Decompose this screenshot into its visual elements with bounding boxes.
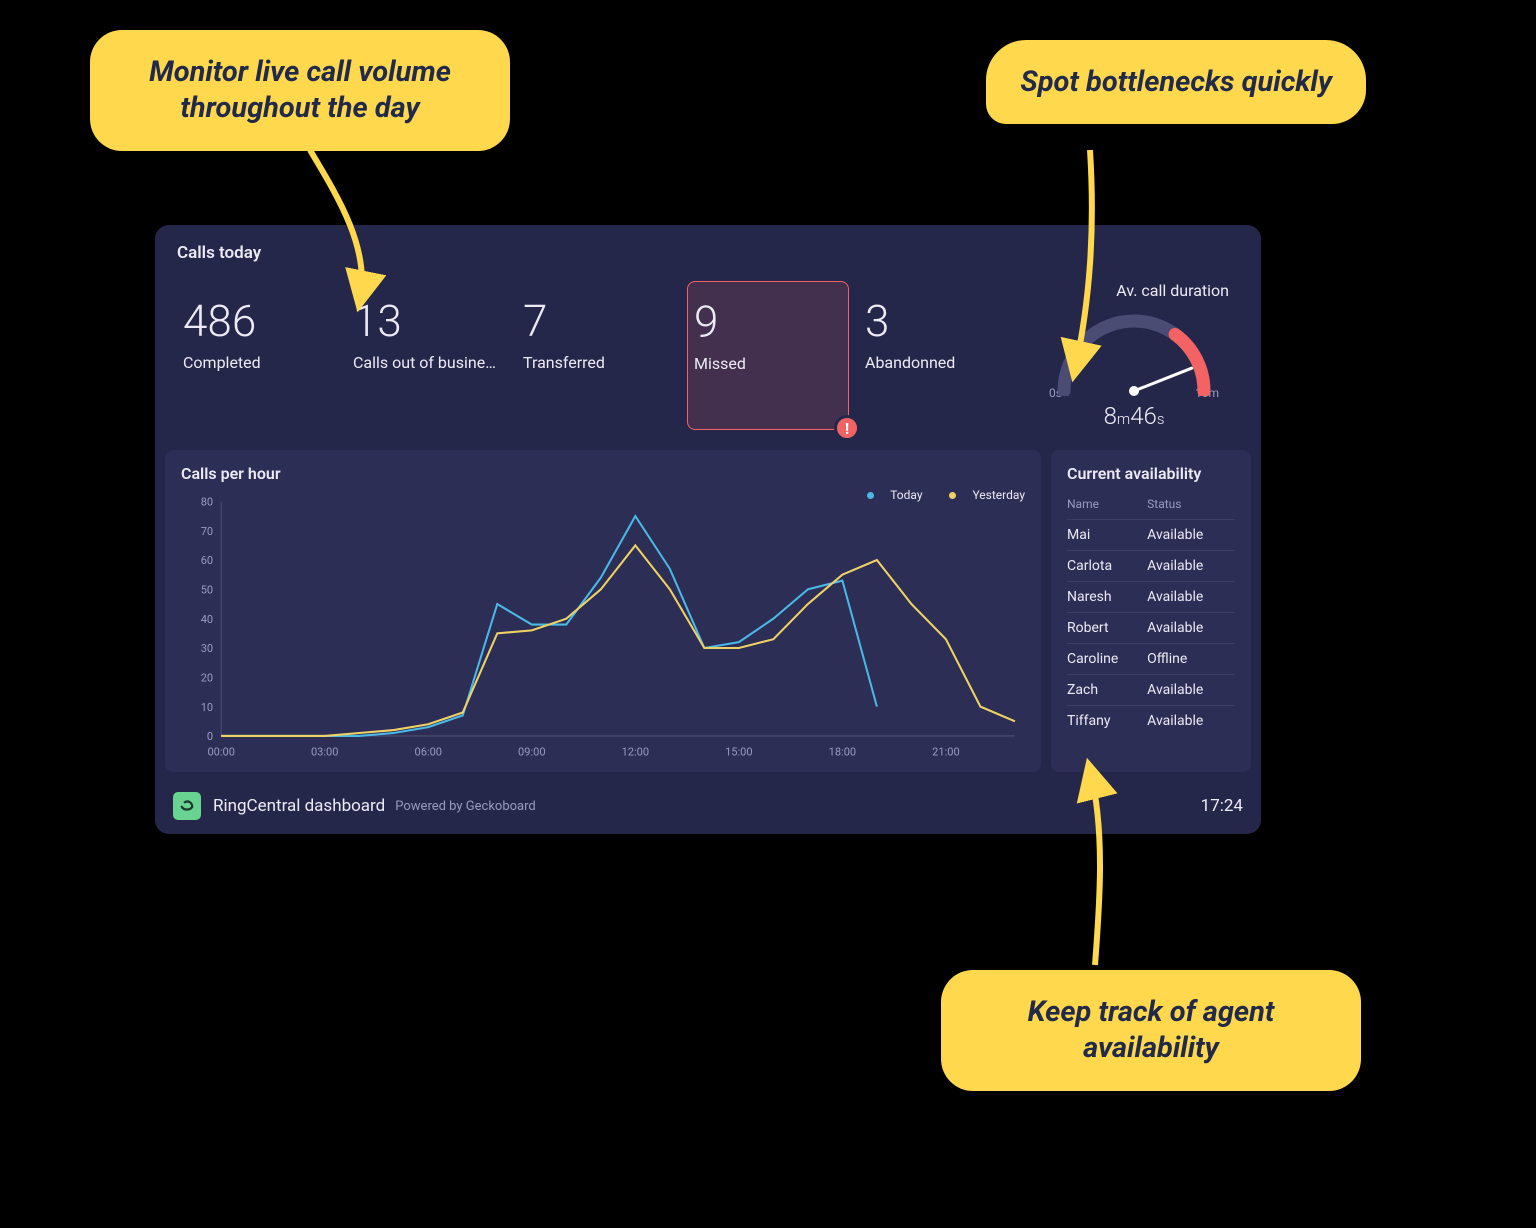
stat-value: 486 [183,299,331,343]
table-row: NareshAvailable [1067,582,1235,613]
agent-name: Zach [1067,675,1147,706]
footer-clock: 17:24 [1201,796,1243,816]
stats-row: 486 Completed 13 Calls out of busine… 7 … [155,271,1261,450]
chart-plot: 0 10 20 30 40 50 60 70 80 00:00 03:00 06:00 09:00 12:… [181,491,1025,762]
availability-table: Name Status MaiAvailableCarlotaAvailable… [1067,491,1235,736]
availability-title: Current availability [1067,464,1235,483]
svg-text:80: 80 [201,495,213,508]
agent-status: Available [1147,520,1235,551]
svg-text:12:00: 12:00 [622,746,649,759]
svg-text:06:00: 06:00 [415,746,442,759]
chart-title: Calls per hour [181,464,1025,483]
svg-text:09:00: 09:00 [518,746,545,759]
board-footer: RingCentral dashboard Powered by Geckobo… [155,782,1261,834]
agent-name: Caroline [1067,644,1147,675]
table-row: CarlotaAvailable [1067,551,1235,582]
col-status: Status [1147,491,1235,520]
agent-status: Offline [1147,644,1235,675]
table-row: MaiAvailable [1067,520,1235,551]
brand-icon [173,792,201,820]
alert-icon: ! [834,415,860,441]
svg-text:03:00: 03:00 [311,746,338,759]
col-name: Name [1067,491,1147,520]
svg-text:30: 30 [201,642,213,655]
svg-text:15:00: 15:00 [725,746,752,759]
svg-text:18:00: 18:00 [829,746,856,759]
agent-name: Carlota [1067,551,1147,582]
svg-text:00:00: 00:00 [207,746,234,759]
avg-call-duration-gauge: Av. call duration 0s 10m 8m46s [1029,281,1239,430]
svg-text:50: 50 [201,583,213,596]
gauge-reading: 8m46s [1104,402,1165,430]
agent-status: Available [1147,706,1235,737]
stat-transferred: 7 Transferred [517,281,677,430]
agent-name: Mai [1067,520,1147,551]
footer-powered: Powered by Geckoboard [395,799,536,814]
svg-text:40: 40 [201,613,213,626]
agent-name: Tiffany [1067,706,1147,737]
stat-label: Missed [694,354,842,373]
svg-text:10: 10 [201,701,213,714]
dashboard-card: Calls today 486 Completed 13 Calls out o… [155,225,1261,834]
stat-completed: 486 Completed [177,281,337,430]
svg-text:60: 60 [201,554,213,567]
callout-monitor: Monitor live call volume throughout the … [90,30,510,151]
table-row: TiffanyAvailable [1067,706,1235,737]
gauge-arc [1049,306,1219,396]
agent-name: Robert [1067,613,1147,644]
svg-text:20: 20 [201,671,213,684]
legend-today: Today [855,488,922,502]
calls-today-title: Calls today [155,225,1261,271]
callout-bottlenecks: Spot bottlenecks quickly [986,40,1366,124]
stat-value: 7 [523,299,671,343]
stat-label: Completed [183,353,331,372]
stat-out-of-business: 13 Calls out of busine… [347,281,507,430]
callout-availability: Keep track of agent availability [941,970,1361,1091]
stat-value: 9 [694,300,842,344]
agent-status: Available [1147,582,1235,613]
lower-row: Calls per hour Today Yesterday 0 10 20 30 40… [155,450,1261,782]
stat-label: Abandonned [865,353,1013,372]
svg-text:21:00: 21:00 [932,746,959,759]
svg-text:0: 0 [207,730,213,743]
agent-status: Available [1147,675,1235,706]
calls-per-hour-chart: Calls per hour Today Yesterday 0 10 20 30 40… [165,450,1041,772]
stat-missed: 9 Missed ! [687,281,849,430]
agent-name: Naresh [1067,582,1147,613]
stat-value: 13 [353,299,501,343]
legend-yesterday: Yesterday [937,488,1025,502]
stat-label: Transferred [523,353,671,372]
agent-status: Available [1147,613,1235,644]
chart-legend: Today Yesterday [843,488,1025,502]
svg-text:70: 70 [201,525,213,538]
stat-value: 3 [865,299,1013,343]
availability-panel: Current availability Name Status MaiAvai… [1051,450,1251,772]
agent-status: Available [1147,551,1235,582]
table-row: CarolineOffline [1067,644,1235,675]
table-row: ZachAvailable [1067,675,1235,706]
footer-title: RingCentral dashboard [213,796,385,816]
table-row: RobertAvailable [1067,613,1235,644]
stat-label: Calls out of busine… [353,353,501,372]
gauge-title: Av. call duration [1116,281,1229,300]
stat-abandoned: 3 Abandonned [859,281,1019,430]
